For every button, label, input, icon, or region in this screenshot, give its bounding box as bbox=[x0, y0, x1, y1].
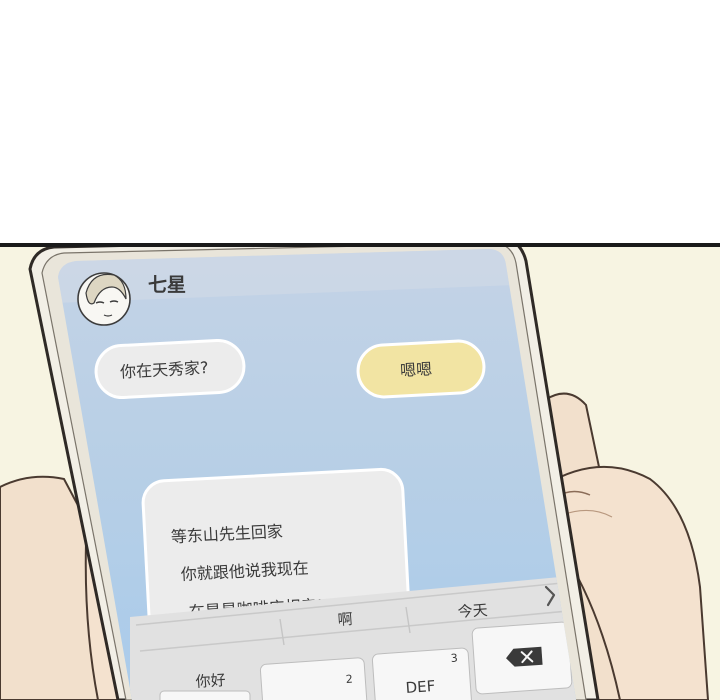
message-text: 嗯嗯 bbox=[400, 359, 433, 380]
backspace-key[interactable] bbox=[471, 621, 573, 695]
key-2[interactable]: 2 bbox=[259, 657, 369, 700]
phone-illustration: 七星 你在天秀家? 嗯嗯 等东山先生回家 你就跟他说我现在 在星星咖啡店相亲! bbox=[0, 247, 710, 700]
suggestion-item[interactable]: 今天 bbox=[457, 601, 488, 621]
suggestion-item[interactable]: 你好 bbox=[195, 671, 226, 691]
suggestion-item[interactable]: 啊 bbox=[337, 610, 353, 629]
empty-top-panel bbox=[0, 0, 720, 244]
key-number: 2 bbox=[345, 673, 353, 686]
key-partial[interactable] bbox=[159, 690, 251, 700]
contact-avatar[interactable] bbox=[77, 272, 131, 326]
contact-name: 七星 bbox=[148, 274, 186, 296]
key-number: 3 bbox=[450, 652, 458, 665]
phone-scene-panel: 七星 你在天秀家? 嗯嗯 等东山先生回家 你就跟他说我现在 在星星咖啡店相亲! bbox=[0, 247, 720, 700]
incoming-message-bubble: 你在天秀家? bbox=[94, 338, 246, 400]
key-def[interactable]: DEF 3 bbox=[371, 647, 473, 700]
key-label: DEF bbox=[405, 677, 436, 697]
outgoing-message-bubble: 嗯嗯 bbox=[356, 339, 486, 399]
